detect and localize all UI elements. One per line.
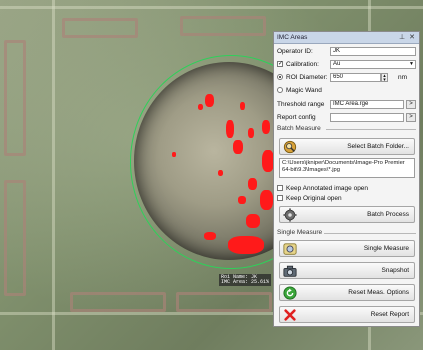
roi-diameter-row: ROI Diameter: xyxy=(277,72,328,82)
folder-search-icon xyxy=(283,140,297,153)
chip-pad xyxy=(70,292,166,312)
chip-pad xyxy=(180,16,266,36)
report-config-browse-button[interactable]: > xyxy=(406,113,416,122)
operator-label: Operator ID: xyxy=(277,47,313,55)
reset-meas-options-button[interactable]: Reset Meas. Options xyxy=(279,284,415,301)
chip-trace xyxy=(0,6,423,9)
select-batch-folder-label: Select Batch Folder... xyxy=(347,143,409,150)
divider xyxy=(326,129,416,130)
calibration-checkbox[interactable]: ✓ xyxy=(277,61,283,67)
magic-wand-row: Magic Wand xyxy=(277,85,322,95)
keep-original-label: Keep Original open xyxy=(286,194,342,202)
reset-meas-options-label: Reset Meas. Options xyxy=(348,289,409,296)
reset-arrow-icon xyxy=(283,285,297,300)
chip-pad xyxy=(62,18,138,38)
batch-path-line2: 64-bit\9.3\Images\*.jpg xyxy=(282,167,341,173)
snapshot-label: Snapshot xyxy=(381,267,409,274)
chip-trace xyxy=(52,0,55,350)
report-config-row: Report config xyxy=(277,112,316,122)
magic-wand-radio[interactable] xyxy=(277,87,283,93)
keep-annotated-label: Keep Annotated image open xyxy=(286,184,369,192)
pin-icon[interactable]: ⊥ xyxy=(398,34,406,42)
calibration-label: Calibration: xyxy=(286,60,319,68)
threshold-input[interactable]: IMC Area.rge xyxy=(330,100,404,109)
measure-icon xyxy=(283,242,297,255)
calibration-select[interactable]: Au ▼ xyxy=(330,60,416,69)
magic-wand-label: Magic Wand xyxy=(286,86,322,94)
chevron-down-icon: ▼ xyxy=(409,61,414,67)
batch-process-label: Batch Process xyxy=(367,211,409,218)
batch-process-button[interactable]: Batch Process xyxy=(279,206,415,223)
imc-areas-panel: IMC Areas ⊥ ✕ Operator ID: JK ✓ Calibrat… xyxy=(273,31,420,327)
batch-path-field[interactable]: C:\Users\jkniper\Documents\Image-Pro Pre… xyxy=(279,158,415,178)
calibration-value: Au xyxy=(333,61,341,67)
batch-group-title: Batch Measure xyxy=(277,125,321,132)
reset-report-button[interactable]: Reset Report xyxy=(279,306,415,323)
threshold-browse-button[interactable]: > xyxy=(406,100,416,109)
keep-annotated-row: Keep Annotated image open xyxy=(277,183,368,193)
panel-title: IMC Areas xyxy=(277,34,308,41)
panel-title-bar: IMC Areas ⊥ ✕ xyxy=(274,32,419,44)
chip-pad xyxy=(176,292,272,312)
batch-path-line1: C:\Users\jkniper\Documents\Image-Pro Pre… xyxy=(282,160,405,166)
single-measure-button[interactable]: Single Measure xyxy=(279,240,415,257)
select-batch-folder-button[interactable]: Select Batch Folder... xyxy=(279,138,415,155)
keep-original-checkbox[interactable] xyxy=(277,195,283,201)
report-config-label: Report config xyxy=(277,113,316,121)
single-group-title: Single Measure xyxy=(277,229,323,236)
roi-diameter-radio[interactable] xyxy=(277,74,283,80)
roi-diameter-label: ROI Diameter: xyxy=(286,73,328,81)
imc-area-text: IMC Area: 25.61% xyxy=(221,279,270,285)
close-icon[interactable]: ✕ xyxy=(408,34,416,42)
red-x-icon xyxy=(284,308,296,321)
camera-icon xyxy=(283,265,297,277)
keep-annotated-checkbox[interactable] xyxy=(277,185,283,191)
snapshot-button[interactable]: Snapshot xyxy=(279,262,415,279)
reset-report-label: Reset Report xyxy=(370,311,409,318)
operator-row: Operator ID: xyxy=(277,46,313,56)
operator-id-input[interactable]: JK xyxy=(330,47,416,56)
chip-pad xyxy=(4,180,26,296)
chip-pad xyxy=(4,40,26,156)
threshold-row: Threshold range xyxy=(277,99,324,109)
keep-original-row: Keep Original open xyxy=(277,193,342,203)
roi-diameter-spinner[interactable]: ▴ ▾ xyxy=(381,73,388,83)
roi-annotation: Roi Name: JK IMC Area: 25.61% xyxy=(219,274,272,286)
calibration-row: ✓ Calibration: xyxy=(277,59,319,69)
divider xyxy=(324,233,416,234)
single-measure-label: Single Measure xyxy=(363,245,409,252)
threshold-label: Threshold range xyxy=(277,100,325,108)
roi-diameter-input[interactable]: 650 xyxy=(330,73,381,82)
roi-unit: nm xyxy=(398,74,408,81)
gear-icon xyxy=(283,207,297,222)
report-config-input[interactable] xyxy=(330,113,404,122)
